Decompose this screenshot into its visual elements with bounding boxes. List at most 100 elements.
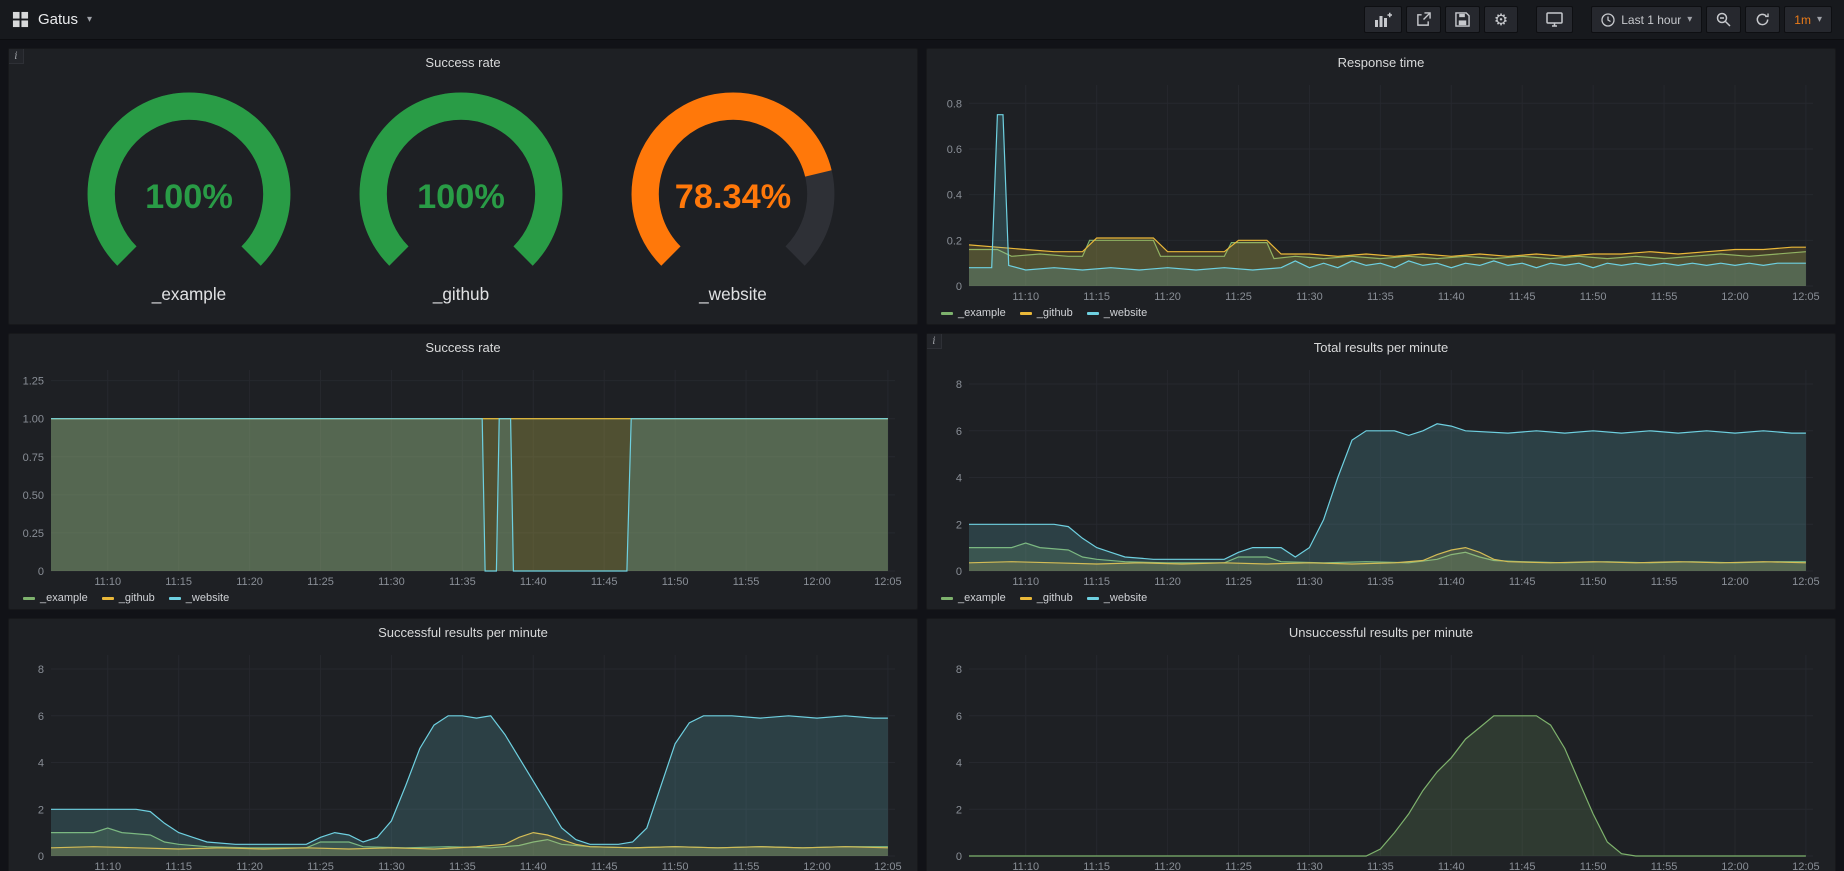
svg-text:11:30: 11:30 [378, 861, 405, 871]
panel-title[interactable]: Unsuccessful results per minute [1289, 625, 1473, 640]
svg-text:11:20: 11:20 [236, 576, 263, 588]
panel-title[interactable]: Total results per minute [1314, 340, 1448, 355]
chevron-down-icon: ▾ [1817, 15, 1822, 25]
panel-title[interactable]: Success rate [425, 55, 500, 70]
svg-text:0.50: 0.50 [23, 490, 44, 502]
svg-text:11:10: 11:10 [94, 576, 121, 588]
legend-item-website[interactable]: _website [169, 592, 229, 604]
panel-title[interactable]: Success rate [425, 340, 500, 355]
panel-info-icon[interactable]: i [9, 49, 24, 64]
legend-item-website[interactable]: _website [1087, 307, 1147, 319]
svg-text:12:05: 12:05 [874, 576, 902, 588]
save-button[interactable] [1445, 6, 1480, 33]
legend: _example _github _website [13, 589, 909, 607]
svg-text:11:15: 11:15 [1083, 291, 1110, 303]
refresh-interval-dropdown[interactable]: 1m ▾ [1784, 6, 1832, 33]
chevron-down-icon: ▾ [1687, 15, 1692, 25]
panel-info-icon[interactable]: i [927, 334, 942, 349]
gauge-example: 100% _example [71, 92, 307, 306]
refresh-icon [1755, 12, 1770, 27]
zoom-out-icon [1716, 12, 1731, 27]
svg-text:11:35: 11:35 [1367, 576, 1394, 588]
svg-text:11:45: 11:45 [591, 576, 618, 588]
dashboard-grid: i Success rate 100% _example 100% _github 78… [0, 40, 1844, 871]
legend-swatch [941, 312, 953, 315]
svg-text:12:00: 12:00 [803, 576, 831, 588]
grafana-apps-icon[interactable] [12, 11, 29, 28]
legend-swatch [1087, 597, 1099, 600]
legend-item-github[interactable]: _github [1020, 307, 1073, 319]
share-button[interactable] [1406, 6, 1441, 33]
svg-text:12:05: 12:05 [1792, 291, 1820, 303]
time-range-picker[interactable]: Last 1 hour ▾ [1591, 6, 1702, 33]
save-icon [1455, 12, 1470, 27]
svg-text:4: 4 [38, 758, 44, 770]
svg-text:0: 0 [956, 281, 962, 293]
unsuccessful-results-chart[interactable]: 11:1011:1511:2011:2511:3011:3511:4011:45… [931, 645, 1827, 871]
legend-label: _example [958, 592, 1006, 604]
svg-text:11:15: 11:15 [1083, 576, 1110, 588]
successful-results-chart[interactable]: 11:1011:1511:2011:2511:3011:3511:4011:45… [13, 645, 909, 871]
svg-text:0.4: 0.4 [947, 190, 962, 202]
svg-text:12:00: 12:00 [1721, 861, 1749, 871]
legend-item-example[interactable]: _example [23, 592, 88, 604]
gauge-value: 78.34% [675, 178, 791, 216]
success-rate-chart[interactable]: 11:1011:1511:2011:2511:3011:3511:4011:45… [13, 360, 909, 589]
svg-text:11:35: 11:35 [1367, 291, 1394, 303]
response-time-chart[interactable]: 11:1011:1511:2011:2511:3011:3511:4011:45… [931, 75, 1827, 304]
svg-text:11:50: 11:50 [662, 861, 689, 871]
svg-text:11:20: 11:20 [236, 861, 263, 871]
legend-swatch [1087, 312, 1099, 315]
legend-item-github[interactable]: _github [102, 592, 155, 604]
legend: _example _github _website [931, 589, 1827, 607]
refresh-button[interactable] [1745, 6, 1780, 33]
tv-mode-button[interactable] [1536, 6, 1573, 33]
svg-text:11:30: 11:30 [1296, 576, 1323, 588]
clock-icon [1601, 13, 1615, 27]
svg-text:11:25: 11:25 [1225, 291, 1252, 303]
total-results-chart[interactable]: 11:1011:1511:2011:2511:3011:3511:4011:45… [931, 360, 1827, 589]
panel-title[interactable]: Successful results per minute [378, 625, 548, 640]
svg-text:11:20: 11:20 [1154, 576, 1181, 588]
svg-text:11:55: 11:55 [1651, 576, 1678, 588]
legend-item-github[interactable]: _github [1020, 592, 1073, 604]
svg-text:11:40: 11:40 [520, 576, 547, 588]
legend-label: _example [40, 592, 88, 604]
legend-item-website[interactable]: _website [1087, 592, 1147, 604]
gauge-website: 78.34% _website [615, 92, 851, 306]
gear-icon: ⚙ [1494, 12, 1508, 28]
gauge-value: 100% [145, 178, 233, 216]
panel-header: Total results per minute [927, 334, 1835, 360]
svg-text:2: 2 [38, 804, 44, 816]
svg-text:11:45: 11:45 [1509, 291, 1536, 303]
add-panel-button[interactable] [1364, 6, 1402, 33]
svg-text:11:45: 11:45 [1509, 576, 1536, 588]
svg-text:11:25: 11:25 [1225, 576, 1252, 588]
legend-item-example[interactable]: _example [941, 307, 1006, 319]
zoom-out-button[interactable] [1706, 6, 1741, 33]
gauge-label: _example [151, 283, 226, 303]
svg-text:11:20: 11:20 [1154, 291, 1181, 303]
settings-button[interactable]: ⚙ [1484, 6, 1518, 33]
svg-text:11:50: 11:50 [1580, 291, 1607, 303]
navbar: Gatus ▾ ⚙ Last 1 hour ▾ [0, 0, 1844, 40]
panel-header: Successful results per minute [9, 619, 917, 645]
svg-text:8: 8 [38, 664, 44, 676]
dashboard-title[interactable]: Gatus [38, 11, 78, 28]
gauge-label: _github [432, 283, 489, 303]
panel-total-results: i Total results per minute 11:1011:1511:… [926, 333, 1836, 610]
svg-text:4: 4 [956, 758, 962, 770]
panel-successful-results: Successful results per minute 11:1011:15… [8, 618, 918, 871]
legend-label: _github [1037, 592, 1073, 604]
svg-text:11:30: 11:30 [1296, 861, 1323, 871]
legend-label: _website [1104, 307, 1147, 319]
legend-swatch [941, 597, 953, 600]
legend-item-example[interactable]: _example [941, 592, 1006, 604]
panel-success-rate-gauges: i Success rate 100% _example 100% _github 78… [8, 48, 918, 325]
chevron-down-icon[interactable]: ▾ [87, 15, 92, 25]
svg-text:0.6: 0.6 [947, 144, 962, 156]
svg-text:0.8: 0.8 [947, 98, 962, 110]
gauge-value: 100% [417, 178, 505, 216]
panel-title[interactable]: Response time [1338, 55, 1425, 70]
gauge-label: _website [698, 283, 767, 303]
